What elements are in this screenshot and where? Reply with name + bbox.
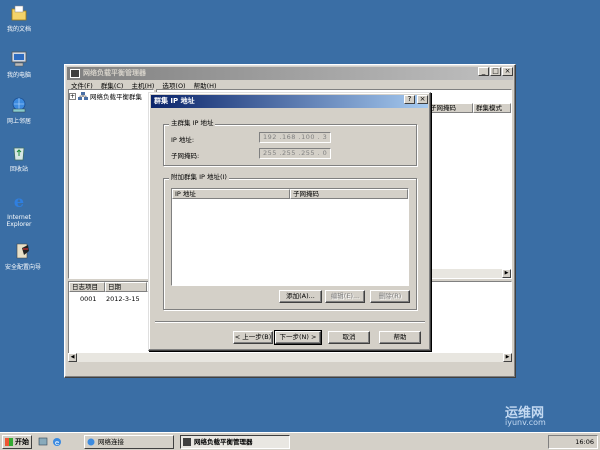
list-column-subnet[interactable]: 子网掩码 [290, 189, 408, 199]
watermark-url: iyunv.com [505, 418, 546, 427]
next-button[interactable]: 下一步(N) > [274, 330, 322, 345]
add-button[interactable]: 添加(A)... [279, 290, 322, 303]
network-icon [12, 97, 26, 113]
start-label: 开始 [15, 438, 29, 446]
dialog-titlebar[interactable]: 群集 IP 地址 [151, 95, 428, 108]
desktop-icon-label: 我的电脑 [6, 72, 31, 79]
cluster-ip-dialog: 群集 IP 地址 ? × 主群集 IP 地址 IP 地址: 192 .168 .… [148, 92, 431, 351]
additional-ip-list[interactable]: IP 地址 子网掩码 [171, 188, 409, 286]
ip-address-label: IP 地址: [171, 136, 195, 144]
scroll-right-button[interactable]: ▶ [502, 269, 511, 278]
window-title: 网络负载平衡管理器 [83, 69, 146, 77]
dialog-title: 群集 IP 地址 [154, 97, 195, 105]
recycle-bin-icon [13, 147, 25, 161]
desktop-icon-label: Internet [7, 214, 31, 221]
desktop-icon-internet-explorer[interactable]: e Internet Explorer [0, 192, 38, 228]
nlb-manager-icon [183, 438, 191, 446]
maximize-button[interactable]: □ [490, 67, 501, 76]
desktop-icon-recycle-bin[interactable]: 回收站 [0, 144, 38, 173]
desktop-icon-security-wizard[interactable]: 安全配置向导 [0, 242, 46, 271]
show-desktop-icon[interactable] [38, 437, 48, 447]
dialog-close-button[interactable]: × [417, 95, 428, 104]
column-header-subnet[interactable]: 子网掩码 [427, 103, 473, 113]
primary-ip-group-label: 主群集 IP 地址 [169, 119, 216, 127]
dialog-help-button[interactable]: ? [404, 95, 415, 104]
additional-ip-group-label: 附加群集 IP 地址(I) [169, 173, 229, 181]
log-column-date[interactable]: 日期 [105, 282, 147, 292]
column-header-cluster-mode[interactable]: 群集模式 [473, 103, 511, 113]
cancel-button[interactable]: 取消 [328, 331, 370, 344]
minimize-button[interactable]: _ [478, 67, 489, 76]
desktop-icon-label: 安全配置向导 [4, 264, 41, 271]
horizontal-scrollbar[interactable] [431, 269, 511, 278]
window-titlebar[interactable]: 网络负载平衡管理器 [67, 67, 513, 80]
ie-icon: e [14, 192, 24, 211]
log-scroll-left-button[interactable]: ◀ [68, 353, 77, 362]
subnet-mask-field[interactable]: 255 .255 .255 . 0 [259, 148, 331, 159]
task-label: 网络连接 [98, 438, 124, 446]
svg-text:e: e [55, 439, 59, 447]
task-network-connections[interactable]: 网络连接 [84, 435, 174, 449]
cluster-icon [78, 91, 88, 100]
log-row-date: 2012-3-15 [106, 295, 140, 303]
desktop-icon-label-2: Explorer [6, 221, 32, 228]
edit-button[interactable]: 编辑(E)... [325, 290, 365, 303]
security-wizard-icon [16, 243, 29, 259]
remove-button[interactable]: 删除(R) [370, 290, 410, 303]
log-scroll-right-button[interactable]: ▶ [503, 353, 512, 362]
desktop-icon-my-computer[interactable]: 我的电脑 [0, 50, 38, 79]
tree-root-label: 网络负载平衡群集 [90, 93, 142, 101]
desktop-icon-label: 回收站 [9, 166, 28, 173]
log-column-item[interactable]: 日志项目 [69, 282, 105, 292]
desktop-icon-label: 我的文档 [6, 26, 31, 33]
dialog-caption-buttons: ? × [404, 95, 428, 104]
help-button[interactable]: 帮助 [379, 331, 421, 344]
svg-text:e: e [14, 192, 24, 210]
tree-pane [68, 89, 154, 279]
task-label: 网络负载平衡管理器 [194, 438, 253, 446]
app-icon [70, 69, 80, 78]
desktop: { "desktop": { "icons": [ {"label": "我的文… [0, 0, 600, 450]
network-connections-icon [87, 438, 95, 446]
log-horizontal-scrollbar[interactable] [68, 353, 512, 362]
back-button[interactable]: < 上一步(B) [233, 331, 273, 344]
ie-quicklaunch-icon[interactable]: e [52, 437, 62, 447]
desktop-icon-label: 网上邻居 [6, 118, 31, 125]
subnet-mask-label: 子网掩码: [171, 152, 200, 160]
window-caption-buttons: _ □ × [478, 67, 513, 76]
desktop-icon-network[interactable]: 网上邻居 [0, 96, 38, 125]
computer-icon [11, 51, 27, 67]
log-row-id: 0001 [80, 295, 97, 303]
system-tray: 16:06 [548, 435, 598, 449]
start-button[interactable]: 开始 [2, 435, 32, 449]
ip-address-field[interactable]: 192 .168 .100 . 3 [259, 132, 331, 143]
folder-icon [11, 5, 27, 21]
task-nlb-manager[interactable]: 网络负载平衡管理器 [180, 435, 290, 449]
primary-ip-group [163, 124, 417, 166]
windows-flag-icon [5, 438, 13, 446]
desktop-icon-my-documents[interactable]: 我的文档 [0, 4, 38, 33]
close-button[interactable]: × [502, 67, 513, 76]
taskbar: 开始 e 网络连接 网络负载平衡管理器 16:06 [0, 432, 600, 450]
tree-root-item[interactable]: + 网络负载平衡群集 [69, 91, 142, 101]
list-column-ip[interactable]: IP 地址 [172, 189, 290, 199]
expand-icon[interactable]: + [69, 92, 76, 100]
clock[interactable]: 16:06 [575, 438, 594, 446]
dialog-separator [155, 321, 425, 323]
